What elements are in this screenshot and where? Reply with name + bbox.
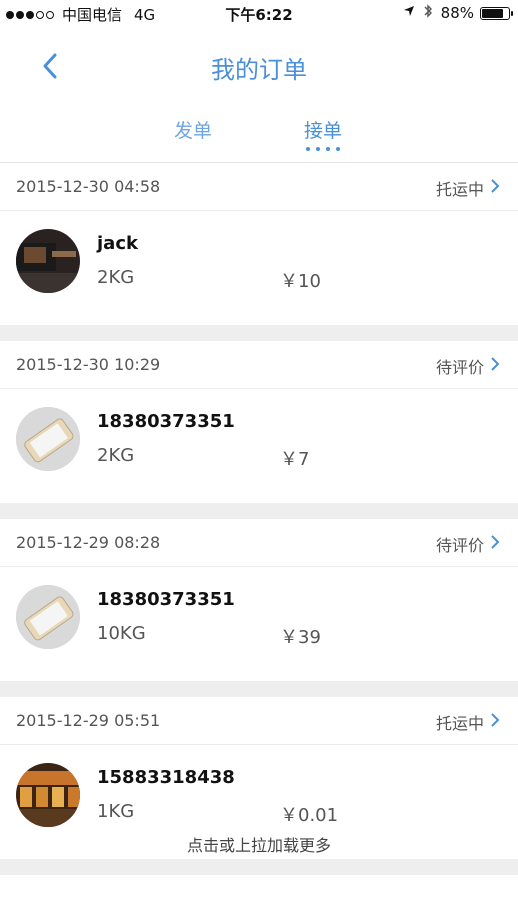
tab-send-orders[interactable]: 发单 — [174, 116, 212, 143]
order-contact-name: jack — [97, 233, 138, 254]
order-header: 2015-12-30 04:58 托运中 — [0, 163, 518, 211]
order-price: ￥10 — [280, 271, 321, 292]
order-price: ￥7 — [280, 449, 310, 470]
order-status: 待评价 — [435, 358, 484, 377]
battery-fill — [482, 8, 504, 18]
chevron-right-icon — [491, 535, 500, 549]
order-price: ￥39 — [280, 627, 321, 648]
order-header: 2015-12-29 05:51 托运中 — [0, 697, 518, 745]
avatar — [16, 229, 80, 293]
chevron-right-icon — [491, 357, 500, 371]
chevron-right-icon — [491, 713, 500, 727]
order-weight: 10KG — [97, 623, 146, 644]
chevron-right-icon — [491, 179, 500, 193]
tab-receive-orders[interactable]: 接单 — [304, 116, 342, 143]
order-body: 18380373351 10KG ￥39 — [0, 567, 518, 665]
active-tab-indicator — [306, 147, 346, 151]
avatar — [16, 585, 80, 649]
order-body: jack 2KG ￥10 — [0, 211, 518, 309]
order-contact-name: 18380373351 — [97, 411, 235, 432]
order-list: 2015-12-30 04:58 托运中 jack 2KG ￥10 2015-1… — [0, 162, 518, 875]
order-weight: 2KG — [97, 445, 135, 466]
order-body: 18380373351 2KG ￥7 — [0, 389, 518, 487]
list-gap — [0, 681, 518, 697]
list-gap — [0, 325, 518, 341]
order-header: 2015-12-30 10:29 待评价 — [0, 341, 518, 389]
order-time: 2015-12-29 08:28 — [16, 533, 161, 552]
order-status: 托运中 — [435, 180, 484, 199]
nav-bar: 我的订单 — [0, 30, 518, 102]
list-gap — [0, 503, 518, 519]
order-time: 2015-12-29 05:51 — [16, 711, 161, 730]
order-status: 托运中 — [435, 714, 484, 733]
order-time: 2015-12-30 10:29 — [16, 355, 161, 374]
order-contact-name: 15883318438 — [97, 767, 235, 788]
bluetooth-icon — [423, 4, 433, 22]
order-weight: 2KG — [97, 267, 135, 288]
battery-percent: 88% — [440, 4, 474, 22]
network-type: 4G — [134, 5, 156, 24]
page-title: 我的订单 — [211, 56, 307, 84]
location-arrow-icon — [403, 5, 415, 21]
avatar — [16, 407, 80, 471]
load-more-button[interactable]: 点击或上拉加载更多 — [0, 810, 518, 882]
order-contact-name: 18380373351 — [97, 589, 235, 610]
order-card[interactable]: 2015-12-30 04:58 托运中 jack 2KG ￥10 — [0, 163, 518, 325]
order-card[interactable]: 2015-12-29 08:28 待评价 18380373351 10KG ￥3… — [0, 519, 518, 681]
signal-strength-icon — [6, 10, 56, 19]
status-right: 88% — [403, 4, 513, 22]
status-bar: 中国电信 4G 下午6:22 88% — [0, 0, 518, 30]
order-status: 待评价 — [435, 536, 484, 555]
order-tabs: 发单 接单 — [0, 102, 518, 162]
status-left: 中国电信 4G — [6, 4, 155, 25]
order-card[interactable]: 2015-12-30 10:29 待评价 18380373351 2KG ￥7 — [0, 341, 518, 503]
carrier-name: 中国电信 — [62, 6, 123, 24]
battery-icon — [480, 6, 513, 20]
order-time: 2015-12-30 04:58 — [16, 177, 161, 196]
order-header: 2015-12-29 08:28 待评价 — [0, 519, 518, 567]
